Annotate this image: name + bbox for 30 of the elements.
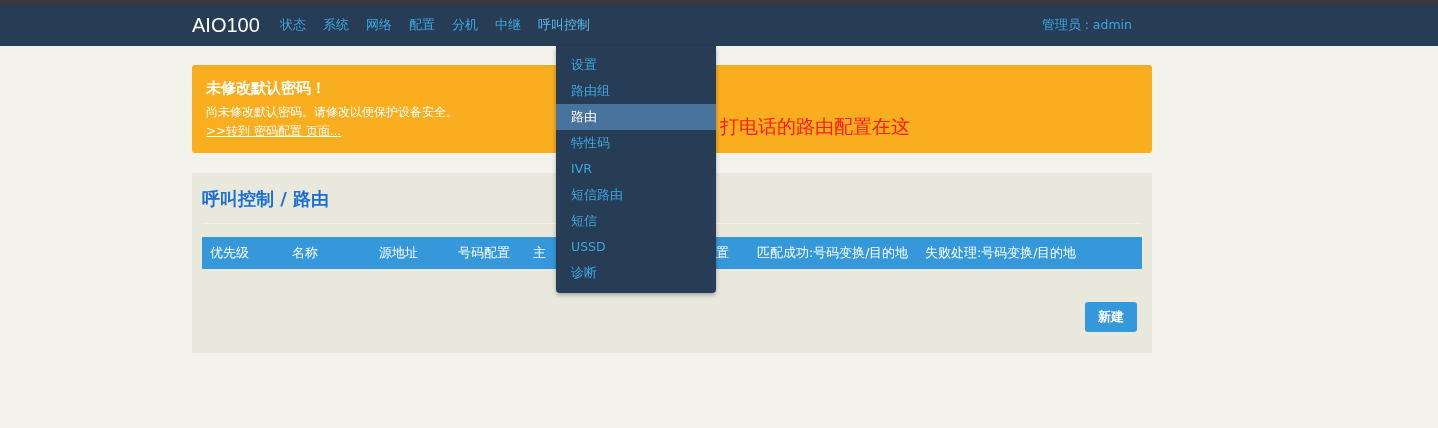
menu-item[interactable]: USSD <box>556 234 716 260</box>
menu-item[interactable]: 特性码 <box>556 130 716 156</box>
nav-link[interactable]: 状态 <box>279 16 306 34</box>
nav-link[interactable]: 中继 <box>494 16 521 34</box>
column-header: 主 <box>533 244 546 260</box>
menu-item[interactable]: IVR <box>556 156 716 182</box>
new-button[interactable]: 新建 <box>1085 302 1137 332</box>
nav-link[interactable]: 网络 <box>365 16 392 34</box>
brand-logo[interactable]: AIO100 <box>192 13 260 37</box>
nav-link[interactable]: 配置 <box>408 16 435 34</box>
alert-message: 尚未修改默认密码。请修改以便保护设备安全。 <box>206 104 458 120</box>
column-header: 优先级 <box>210 244 249 260</box>
menu-item[interactable]: 短信路由 <box>556 182 716 208</box>
column-header: 置 <box>716 244 729 260</box>
column-header: 号码配置 <box>458 244 510 260</box>
nav-link[interactable]: 系统 <box>322 16 349 34</box>
menu-item[interactable]: 设置 <box>556 52 716 78</box>
column-header: 名称 <box>292 244 318 260</box>
alert-title: 未修改默认密码！ <box>206 79 326 98</box>
annotation-text: 打电话的路由配置在这 <box>720 114 910 139</box>
menu-item[interactable]: 诊断 <box>556 260 716 286</box>
column-header: 源地址 <box>379 244 418 260</box>
column-header: 失败处理:号码变换/目的地 <box>925 244 1077 260</box>
menu-item[interactable]: 路由组 <box>556 78 716 104</box>
nav-link[interactable]: 呼叫控制 <box>537 16 590 34</box>
user-menu[interactable]: 管理员 : admin <box>1041 16 1132 34</box>
menu-item[interactable]: 路由 <box>556 104 716 130</box>
menu-item[interactable]: 短信 <box>556 208 716 234</box>
column-header: 匹配成功:号码变换/目的地 <box>757 244 909 260</box>
nav-link[interactable]: 分机 <box>451 16 478 34</box>
